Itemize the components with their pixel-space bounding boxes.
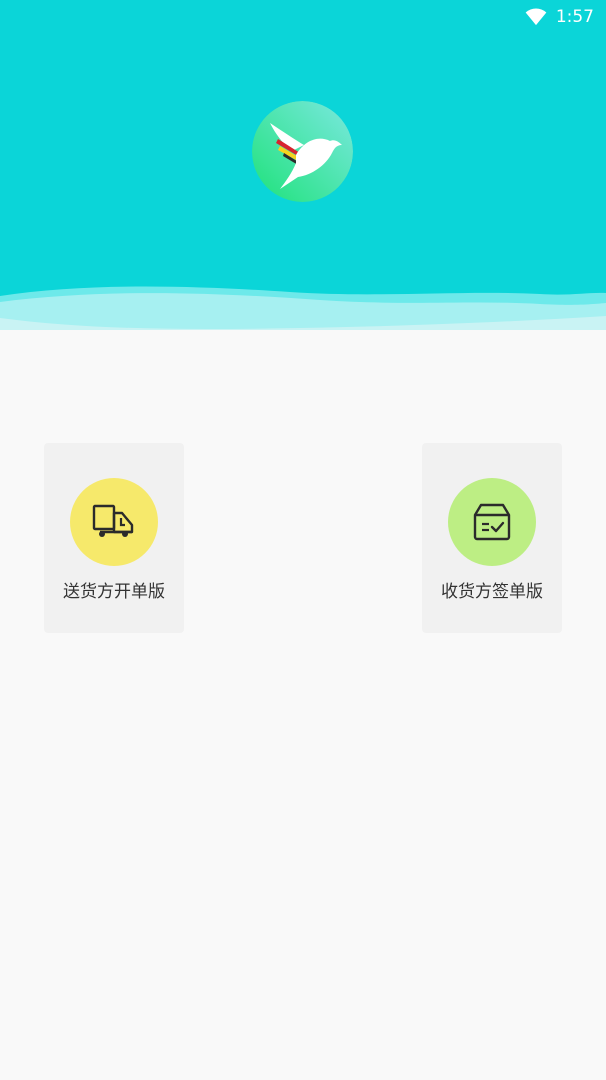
receiver-icon-circle — [448, 478, 536, 566]
sender-icon-circle — [70, 478, 158, 566]
delivery-truck-icon — [92, 504, 134, 537]
wifi-icon — [525, 8, 547, 26]
header-banner: 1:57 — [0, 0, 606, 330]
receiver-version-label: 收货方签单版 — [441, 582, 543, 602]
status-bar: 1:57 — [525, 0, 606, 34]
package-sign-icon — [473, 503, 511, 541]
sender-version-label: 送货方开单版 — [63, 582, 165, 602]
hummingbird-logo-icon — [252, 101, 353, 202]
app-logo — [252, 101, 353, 202]
sender-version-card[interactable]: 送货方开单版 — [44, 443, 184, 633]
status-time: 1:57 — [555, 7, 594, 27]
receiver-version-card[interactable]: 收货方签单版 — [422, 443, 562, 633]
